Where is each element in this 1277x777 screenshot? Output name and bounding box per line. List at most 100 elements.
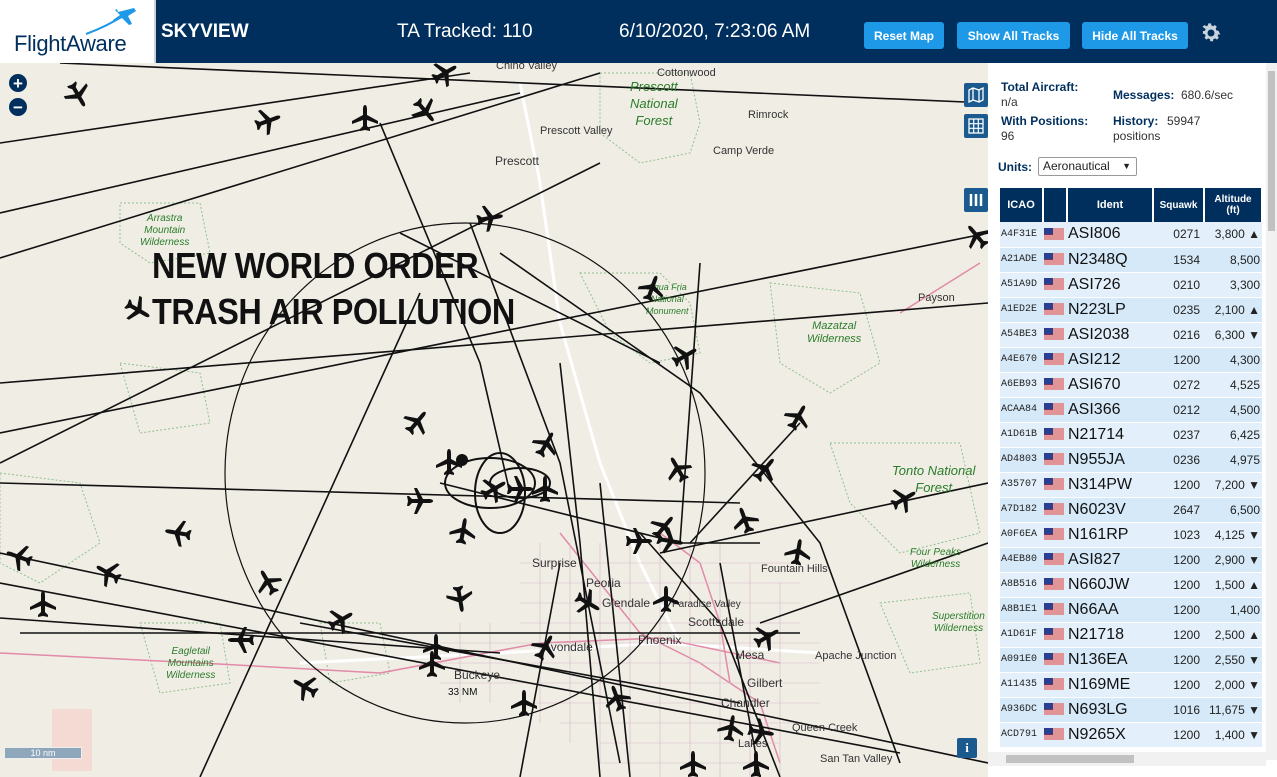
aircraft-icon[interactable] [743,751,769,777]
units-select[interactable]: Aeronautical ▼ [1038,157,1137,176]
col-header-altitude[interactable]: Altitude (ft) [1204,188,1262,222]
aircraft-icon[interactable] [570,585,606,621]
show-all-tracks-button[interactable]: Show All Tracks [957,22,1070,49]
aircraft-icon[interactable] [527,629,563,665]
aircraft-icon[interactable] [352,105,378,131]
aircraft-icon[interactable] [474,202,506,234]
horizontal-scrollbar[interactable] [988,752,1266,766]
table-row[interactable]: A0F6EA N161RP 1023 4,125 ▼ [1000,522,1262,548]
table-row[interactable]: A21ADE N2348Q 1534 8,500 [1000,247,1262,273]
aircraft-icon[interactable] [251,104,285,138]
aircraft-icon[interactable] [407,488,433,514]
us-flag-icon [1043,472,1067,498]
aircraft-layer[interactable] [0,63,988,777]
aircraft-icon[interactable] [427,63,463,91]
reset-map-button[interactable]: Reset Map [864,22,944,49]
aircraft-icon[interactable] [250,564,286,600]
col-header-squawk[interactable]: Squawk [1153,188,1205,222]
col-header-icao[interactable]: ICAO [1000,188,1044,222]
aircraft-icon[interactable] [444,583,476,615]
aircraft-icon[interactable] [660,451,696,487]
table-row[interactable]: A7D182 N6023V 2647 6,500 [1000,497,1262,523]
aircraft-icon[interactable] [162,517,194,549]
aircraft-icon[interactable] [749,619,785,655]
aircraft-icon[interactable] [728,503,762,537]
aircraft-icon[interactable] [447,515,479,547]
table-row[interactable]: A4E670 ASI212 1200 4,300 [1000,347,1262,373]
aircraft-icon[interactable] [287,669,323,705]
table-row[interactable]: A1ED2E N223LP 0235 2,100 ▲ [1000,297,1262,323]
table-row[interactable]: A11435 N169ME 1200 2,000 ▼ [1000,672,1262,698]
columns-icon[interactable] [964,188,988,212]
col-header-flag[interactable] [1043,188,1068,222]
aircraft-icon[interactable] [90,555,126,591]
aircraft-icon[interactable] [746,450,784,488]
table-row[interactable]: A6EB93 ASI670 0272 4,525 [1000,372,1262,398]
table-row[interactable]: A54BE3 ASI2038 0216 6,300 ▼ [1000,322,1262,348]
aircraft-icon[interactable] [635,271,669,305]
col-header-ident[interactable]: Ident [1067,188,1154,222]
aircraft-icon[interactable] [886,481,922,517]
scale-bar: 10 nm [4,747,82,759]
cell-icao: A936DC [1000,697,1043,723]
aircraft-icon[interactable] [626,528,652,554]
table-row[interactable]: A35707 N314PW 1200 7,200 ▼ [1000,472,1262,498]
map-canvas[interactable]: Chino Valley Cottonwood Rimrock Prescott… [0,63,988,777]
aircraft-icon[interactable] [532,476,558,502]
aircraft-icon[interactable] [958,217,988,255]
aircraft-icon[interactable] [436,449,462,475]
aircraft-icon[interactable] [653,586,679,612]
aircraft-icon[interactable] [782,536,814,568]
gear-icon[interactable] [1199,21,1223,45]
aircraft-icon[interactable] [120,292,156,328]
vertical-scrollbar[interactable] [1266,63,1277,760]
table-row[interactable]: ACAA84 ASI366 0212 4,500 [1000,397,1262,423]
aircraft-icon[interactable] [419,651,445,677]
flightaware-logo[interactable]: FlightAware [0,0,156,63]
with-positions-label: With Positions: [1001,114,1089,128]
aircraft-icon[interactable] [780,399,816,435]
table-row[interactable]: A4EB80 ASI827 1200 2,900 ▼ [1000,547,1262,573]
aircraft-icon[interactable] [528,426,564,462]
table-row[interactable]: A8B1E1 N66AA 1200 1,400 [1000,597,1262,623]
map-layers-icon[interactable] [964,83,988,107]
aircraft-icon[interactable] [398,403,436,441]
hide-all-tracks-button[interactable]: Hide All Tracks [1082,22,1188,49]
table-row[interactable]: A51A9D ASI726 0210 3,300 [1000,272,1262,298]
cell-icao: A7D182 [1000,497,1043,523]
aircraft-icon[interactable] [667,338,703,374]
aircraft-icon[interactable] [476,471,512,507]
aircraft-icon[interactable] [680,751,706,777]
aircraft-icon[interactable] [2,540,36,574]
grid-icon[interactable] [964,114,988,138]
table-row[interactable]: A091E0 N136EA 1200 2,550 ▼ [1000,647,1262,673]
aircraft-icon[interactable] [406,92,444,130]
aircraft-icon[interactable] [715,712,747,744]
cell-altitude: 2,000 ▼ [1204,672,1262,698]
table-row[interactable]: A1D61F N21718 1200 2,500 ▲ [1000,622,1262,648]
aircraft-table-wrapper[interactable]: ICAO Ident Squawk Altitude (ft) A4F31E AS… [1000,188,1262,754]
aircraft-icon[interactable] [323,602,359,638]
table-row[interactable]: A4F31E ASI806 0271 3,800 ▲ [1000,222,1262,248]
cell-ident: N9265X [1067,722,1153,748]
scrollbar-thumb[interactable] [1268,71,1275,231]
table-row[interactable]: ACD791 N9265X 1200 1,400 ▼ [1000,722,1262,748]
table-row[interactable]: AD4803 N955JA 0236 4,975 [1000,447,1262,473]
aircraft-icon[interactable] [30,591,56,617]
zoom-in-icon[interactable]: + [9,74,27,92]
table-row[interactable]: A1D61B N21714 0237 6,425 [1000,422,1262,448]
table-header-row: ICAO Ident Squawk Altitude (ft) [1000,188,1262,222]
aircraft-icon[interactable] [228,627,254,653]
aircraft-icon[interactable] [423,634,449,660]
info-icon[interactable]: i [957,738,977,758]
aircraft-icon[interactable] [745,716,777,748]
table-row[interactable]: A8B516 N660JW 1200 1,500 ▲ [1000,572,1262,598]
table-row[interactable]: A936DC N693LG 1016 11,675 ▼ [1000,697,1262,723]
aircraft-icon[interactable] [600,681,634,715]
cell-squawk: 0237 [1153,422,1204,448]
zoom-out-icon[interactable]: − [9,98,27,116]
aircraft-icon[interactable] [507,476,533,502]
scrollbar-thumb[interactable] [1006,755,1134,763]
aircraft-icon[interactable] [60,77,96,113]
aircraft-icon[interactable] [511,690,537,716]
